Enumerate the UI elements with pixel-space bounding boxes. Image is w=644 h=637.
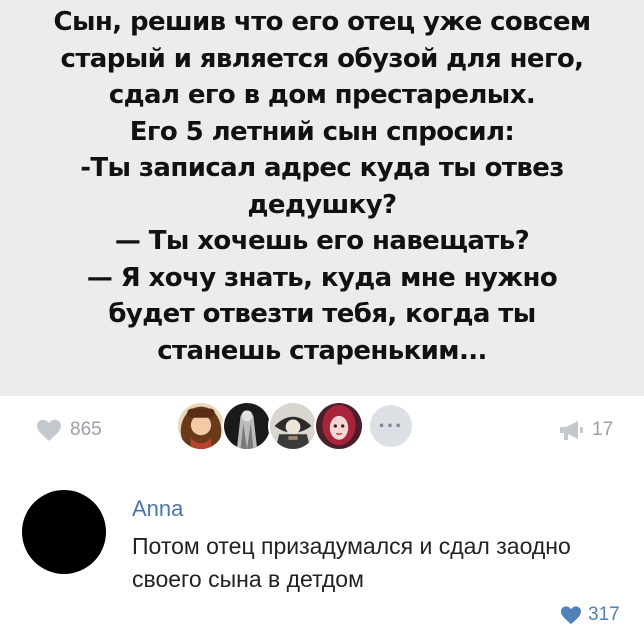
post-text-line: Сын, решив что его отец уже совсем: [53, 7, 591, 37]
share-button[interactable]: 17: [558, 416, 613, 444]
comment: Anna Потом отец призадумался и сдал заод…: [0, 470, 644, 637]
post-text-line: -Ты записал адрес куда ты отвез: [80, 153, 564, 183]
post-text-line: сдал его в дом престарелых.: [108, 80, 536, 110]
heart-icon: [560, 605, 582, 625]
post-text-line: — Ты хочешь его навещать?: [114, 226, 530, 256]
comment-like-count: 317: [588, 604, 620, 625]
liker-avatar[interactable]: [176, 401, 226, 451]
liked-by-avatars[interactable]: ···: [176, 400, 412, 452]
comment-author[interactable]: Anna: [132, 496, 183, 522]
more-likers-button[interactable]: ···: [370, 405, 412, 447]
post-text-line: станешь стареньким...: [157, 335, 487, 366]
post-text-line: дедушку?: [247, 189, 397, 220]
post-text-line: старый и является обузой для него,: [60, 43, 585, 74]
comment-like-button[interactable]: 317: [560, 604, 620, 626]
commenter-avatar[interactable]: [22, 490, 106, 574]
post-text-line: Его 5 летний сын спросил:: [129, 116, 515, 147]
liker-avatar[interactable]: [222, 401, 272, 451]
heart-icon: [36, 418, 62, 442]
post-text-line: — Я хочу знать, куда мне нужно: [86, 262, 558, 293]
post-image-text: Сын, решив что его отец уже совсем стары…: [12, 4, 632, 369]
like-button[interactable]: 865: [36, 416, 102, 444]
share-count: 17: [592, 419, 614, 440]
post-text-line: будет отвезти тебя, когда ты: [108, 299, 536, 329]
liker-avatar[interactable]: [268, 401, 318, 451]
like-count: 865: [70, 419, 102, 440]
liker-avatar[interactable]: [314, 401, 364, 451]
post-image[interactable]: Сын, решив что его отец уже совсем стары…: [0, 0, 644, 396]
post-actions-bar: 865 ··· 17: [0, 396, 644, 470]
megaphone-icon: [558, 419, 584, 441]
comment-text: Потом отец призадумался и сдал заодно св…: [132, 533, 571, 592]
